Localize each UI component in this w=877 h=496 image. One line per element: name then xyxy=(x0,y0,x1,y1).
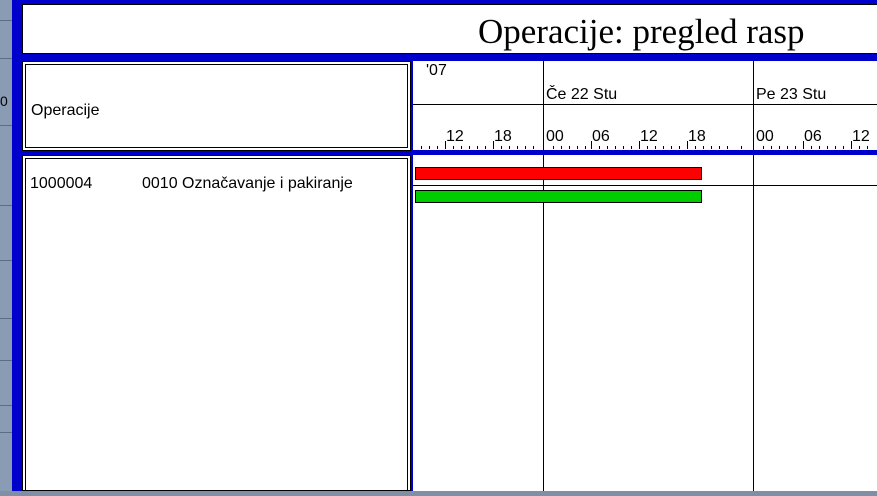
strip-divider xyxy=(0,205,12,206)
header-separator xyxy=(413,150,877,154)
actual-schedule-bar[interactable] xyxy=(415,190,702,203)
planned-schedule-bar[interactable] xyxy=(415,167,702,180)
title-bar: Operacije: pregled rasp xyxy=(22,4,877,54)
year-label: '07 xyxy=(426,62,447,79)
adjacent-window-edge: 0 xyxy=(0,0,12,491)
operation-description: 0010 Označavanje i pakiranje xyxy=(142,175,353,192)
operations-column-header[interactable]: Operacije xyxy=(22,61,411,151)
day-label: Če 22 Stu xyxy=(546,84,617,103)
strip-divider xyxy=(0,318,12,319)
timeline-scale: '07 Če 22 Stu Pe 23 Stu 12 18 00 06 12 1… xyxy=(413,61,877,153)
hour-label: 12 xyxy=(852,128,870,145)
hour-label: 06 xyxy=(592,128,610,145)
hour-minor-ticks xyxy=(421,146,868,149)
strip-divider xyxy=(0,125,12,126)
operations-list: 1000004 0010 Označavanje i pakiranje xyxy=(22,155,411,491)
hour-label: 00 xyxy=(546,128,564,145)
strip-divider xyxy=(0,360,12,361)
hour-label: 12 xyxy=(640,128,658,145)
operations-header-inner: Operacije xyxy=(25,64,408,148)
hour-label: 18 xyxy=(494,128,512,145)
hour-label: 18 xyxy=(688,128,706,145)
order-number: 1000004 xyxy=(30,175,93,192)
hour-label: 06 xyxy=(804,128,822,145)
gantt-chart xyxy=(413,155,877,491)
strip-divider xyxy=(0,432,12,433)
day-label: Pe 23 Stu xyxy=(756,86,826,103)
gantt-chart-area[interactable] xyxy=(413,155,877,491)
hour-label: 00 xyxy=(756,128,774,145)
operations-list-inner: 1000004 0010 Označavanje i pakiranje xyxy=(25,158,408,490)
page-title: Operacije: pregled rasp xyxy=(478,12,805,51)
timeline-header[interactable]: '07 Če 22 Stu Pe 23 Stu 12 18 00 06 12 1… xyxy=(413,61,877,153)
operations-header-label: Operacije xyxy=(31,102,100,119)
strip-text-fragment: 0 xyxy=(0,93,8,109)
strip-divider xyxy=(0,405,12,406)
strip-divider xyxy=(0,58,12,59)
hour-label: 12 xyxy=(446,128,464,145)
strip-divider xyxy=(0,260,12,261)
strip-divider xyxy=(0,20,12,21)
